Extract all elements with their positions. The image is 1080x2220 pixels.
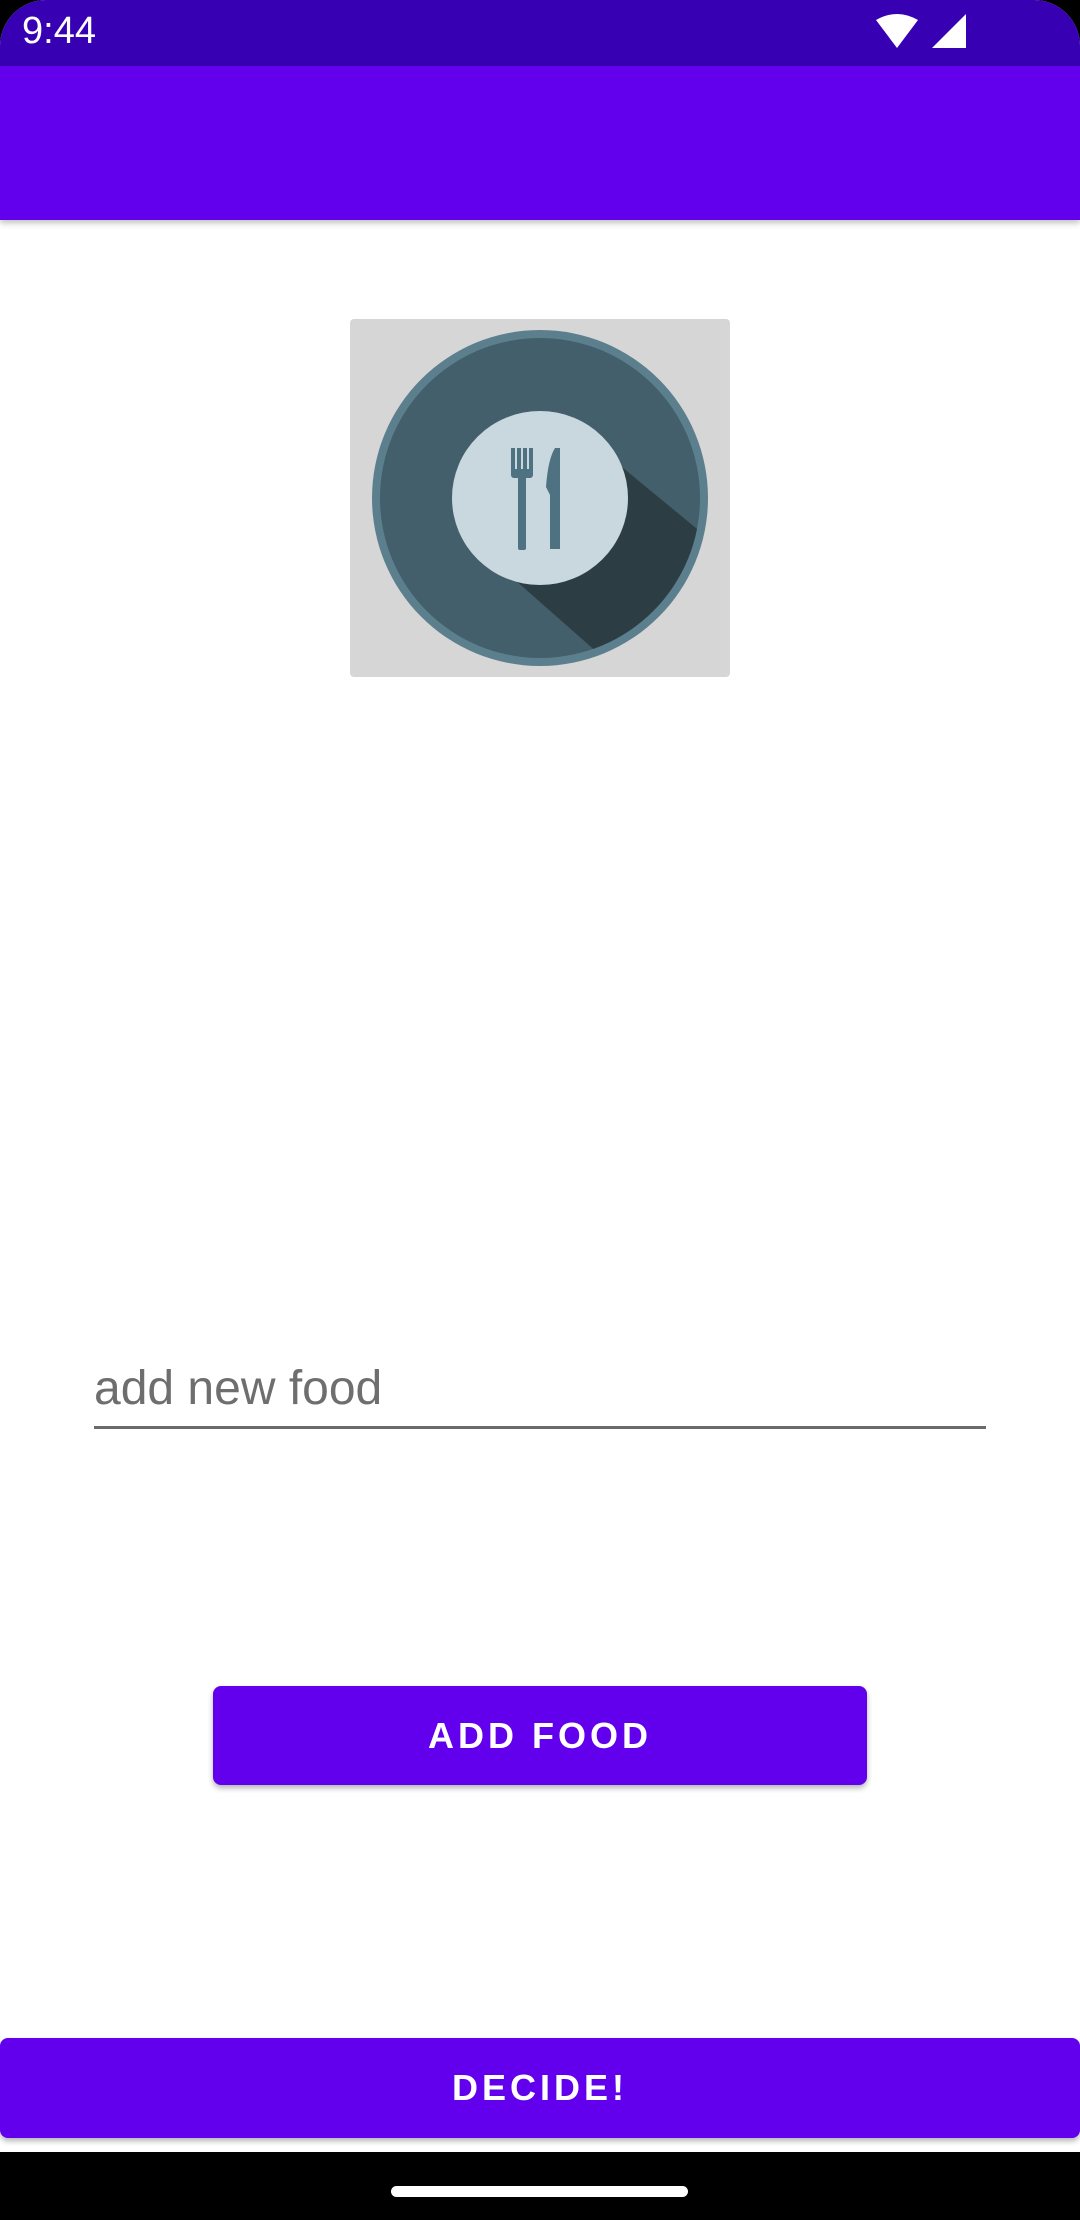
- status-time: 9:44: [22, 10, 96, 52]
- plate-fork-knife-icon: [372, 330, 708, 666]
- decide-button[interactable]: DECIDE!: [0, 2038, 1080, 2138]
- add-food-button-label: ADD FOOD: [428, 1714, 652, 1756]
- status-icons: [876, 14, 966, 52]
- new-food-input[interactable]: [94, 1350, 986, 1429]
- wifi-icon: [876, 14, 918, 48]
- status-bar: 9:44: [0, 0, 1080, 66]
- cell-signal-icon: [932, 14, 966, 48]
- decide-button-label: DECIDE!: [451, 2067, 628, 2108]
- app-screen: 9:44 add new food ADD FOOD DECIDE!: [0, 0, 1080, 2220]
- food-image: [350, 319, 730, 677]
- add-food-button[interactable]: ADD FOOD: [213, 1686, 867, 1785]
- home-gesture-handle[interactable]: [391, 2186, 688, 2197]
- navigation-bar: [0, 2152, 1080, 2220]
- app-bar: [0, 66, 1080, 220]
